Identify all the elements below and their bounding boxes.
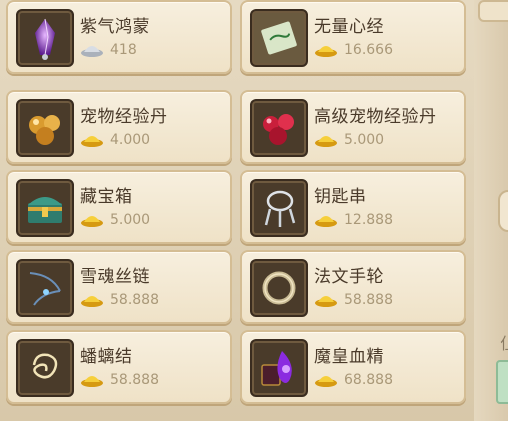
shop-item-card[interactable]: 钥匙串 12.888: [240, 170, 466, 244]
gold-pills-icon: [16, 99, 74, 157]
item-name: 钥匙串: [314, 187, 367, 207]
price-amount: 4.000: [110, 132, 151, 148]
item-name: 蟠螭结: [80, 347, 133, 367]
shop-item-card[interactable]: 紫气鸿蒙 418: [6, 0, 232, 74]
item-price: 5.000: [80, 212, 150, 228]
item-price: 4.000: [80, 132, 150, 148]
scripture-scroll-icon: [250, 9, 308, 67]
gold-ingot-icon: [315, 296, 337, 307]
price-amount: 5.000: [344, 132, 385, 148]
item-price: 58.888: [314, 292, 393, 308]
price-amount: 68.888: [344, 372, 393, 388]
item-price: 68.888: [314, 372, 393, 388]
item-name: 法文手轮: [314, 267, 384, 287]
blood-essence-icon: [250, 339, 308, 397]
item-price: 12.888: [314, 212, 393, 228]
gold-ingot-icon: [81, 296, 103, 307]
side-panel-label: 仩: [500, 330, 508, 354]
silk-chain-icon: [16, 259, 74, 317]
item-price: 16.666: [314, 42, 393, 58]
shop-item-card[interactable]: 雪魂丝链 58.888: [6, 250, 232, 324]
item-name: 雪魂丝链: [80, 267, 150, 287]
price-amount: 418: [110, 42, 137, 58]
bracelet-icon: [250, 259, 308, 317]
item-price: 58.888: [80, 292, 159, 308]
item-price: 58.888: [80, 372, 159, 388]
side-panel-header: [478, 0, 508, 22]
item-price: 418: [80, 42, 137, 58]
price-amount: 58.888: [344, 292, 393, 308]
shop-item-card[interactable]: 法文手轮 58.888: [240, 250, 466, 324]
key-ring-icon: [250, 179, 308, 237]
price-amount: 58.888: [110, 372, 159, 388]
side-action-button[interactable]: [496, 360, 508, 404]
shop-item-card[interactable]: 宠物经验丹 4.000: [6, 90, 232, 164]
gold-ingot-icon: [315, 46, 337, 57]
shop-item-card[interactable]: 无量心经 16.666: [240, 0, 466, 74]
shop-item-card[interactable]: 蟠螭结 58.888: [6, 330, 232, 404]
shop-item-card[interactable]: 藏宝箱 5.000: [6, 170, 232, 244]
dragon-knot-icon: [16, 339, 74, 397]
gold-ingot-icon: [315, 136, 337, 147]
treasure-chest-icon: [16, 179, 74, 237]
item-name: 宠物经验丹: [80, 107, 168, 127]
purple-crystal-icon: [16, 9, 74, 67]
price-amount: 5.000: [110, 212, 151, 228]
price-amount: 16.666: [344, 42, 393, 58]
silver-ingot-icon: [81, 46, 103, 57]
gold-ingot-icon: [81, 376, 103, 387]
side-scroll-handle[interactable]: [498, 190, 508, 232]
item-price: 5.000: [314, 132, 384, 148]
item-name: 紫气鸿蒙: [80, 17, 150, 37]
gold-ingot-icon: [81, 216, 103, 227]
shop-item-grid: 紫气鸿蒙 418 无量心经 16.666 宠物经验丹 4.000 高级宠物经验丹…: [0, 0, 470, 421]
gold-ingot-icon: [315, 216, 337, 227]
item-name: 无量心经: [314, 17, 384, 37]
item-name: 魔皇血精: [314, 347, 384, 367]
shop-item-card[interactable]: 魔皇血精 68.888: [240, 330, 466, 404]
gold-ingot-icon: [315, 376, 337, 387]
item-name: 藏宝箱: [80, 187, 133, 207]
shop-item-card[interactable]: 高级宠物经验丹 5.000: [240, 90, 466, 164]
red-pills-icon: [250, 99, 308, 157]
price-amount: 58.888: [110, 292, 159, 308]
item-name: 高级宠物经验丹: [314, 107, 437, 127]
price-amount: 12.888: [344, 212, 393, 228]
gold-ingot-icon: [81, 136, 103, 147]
